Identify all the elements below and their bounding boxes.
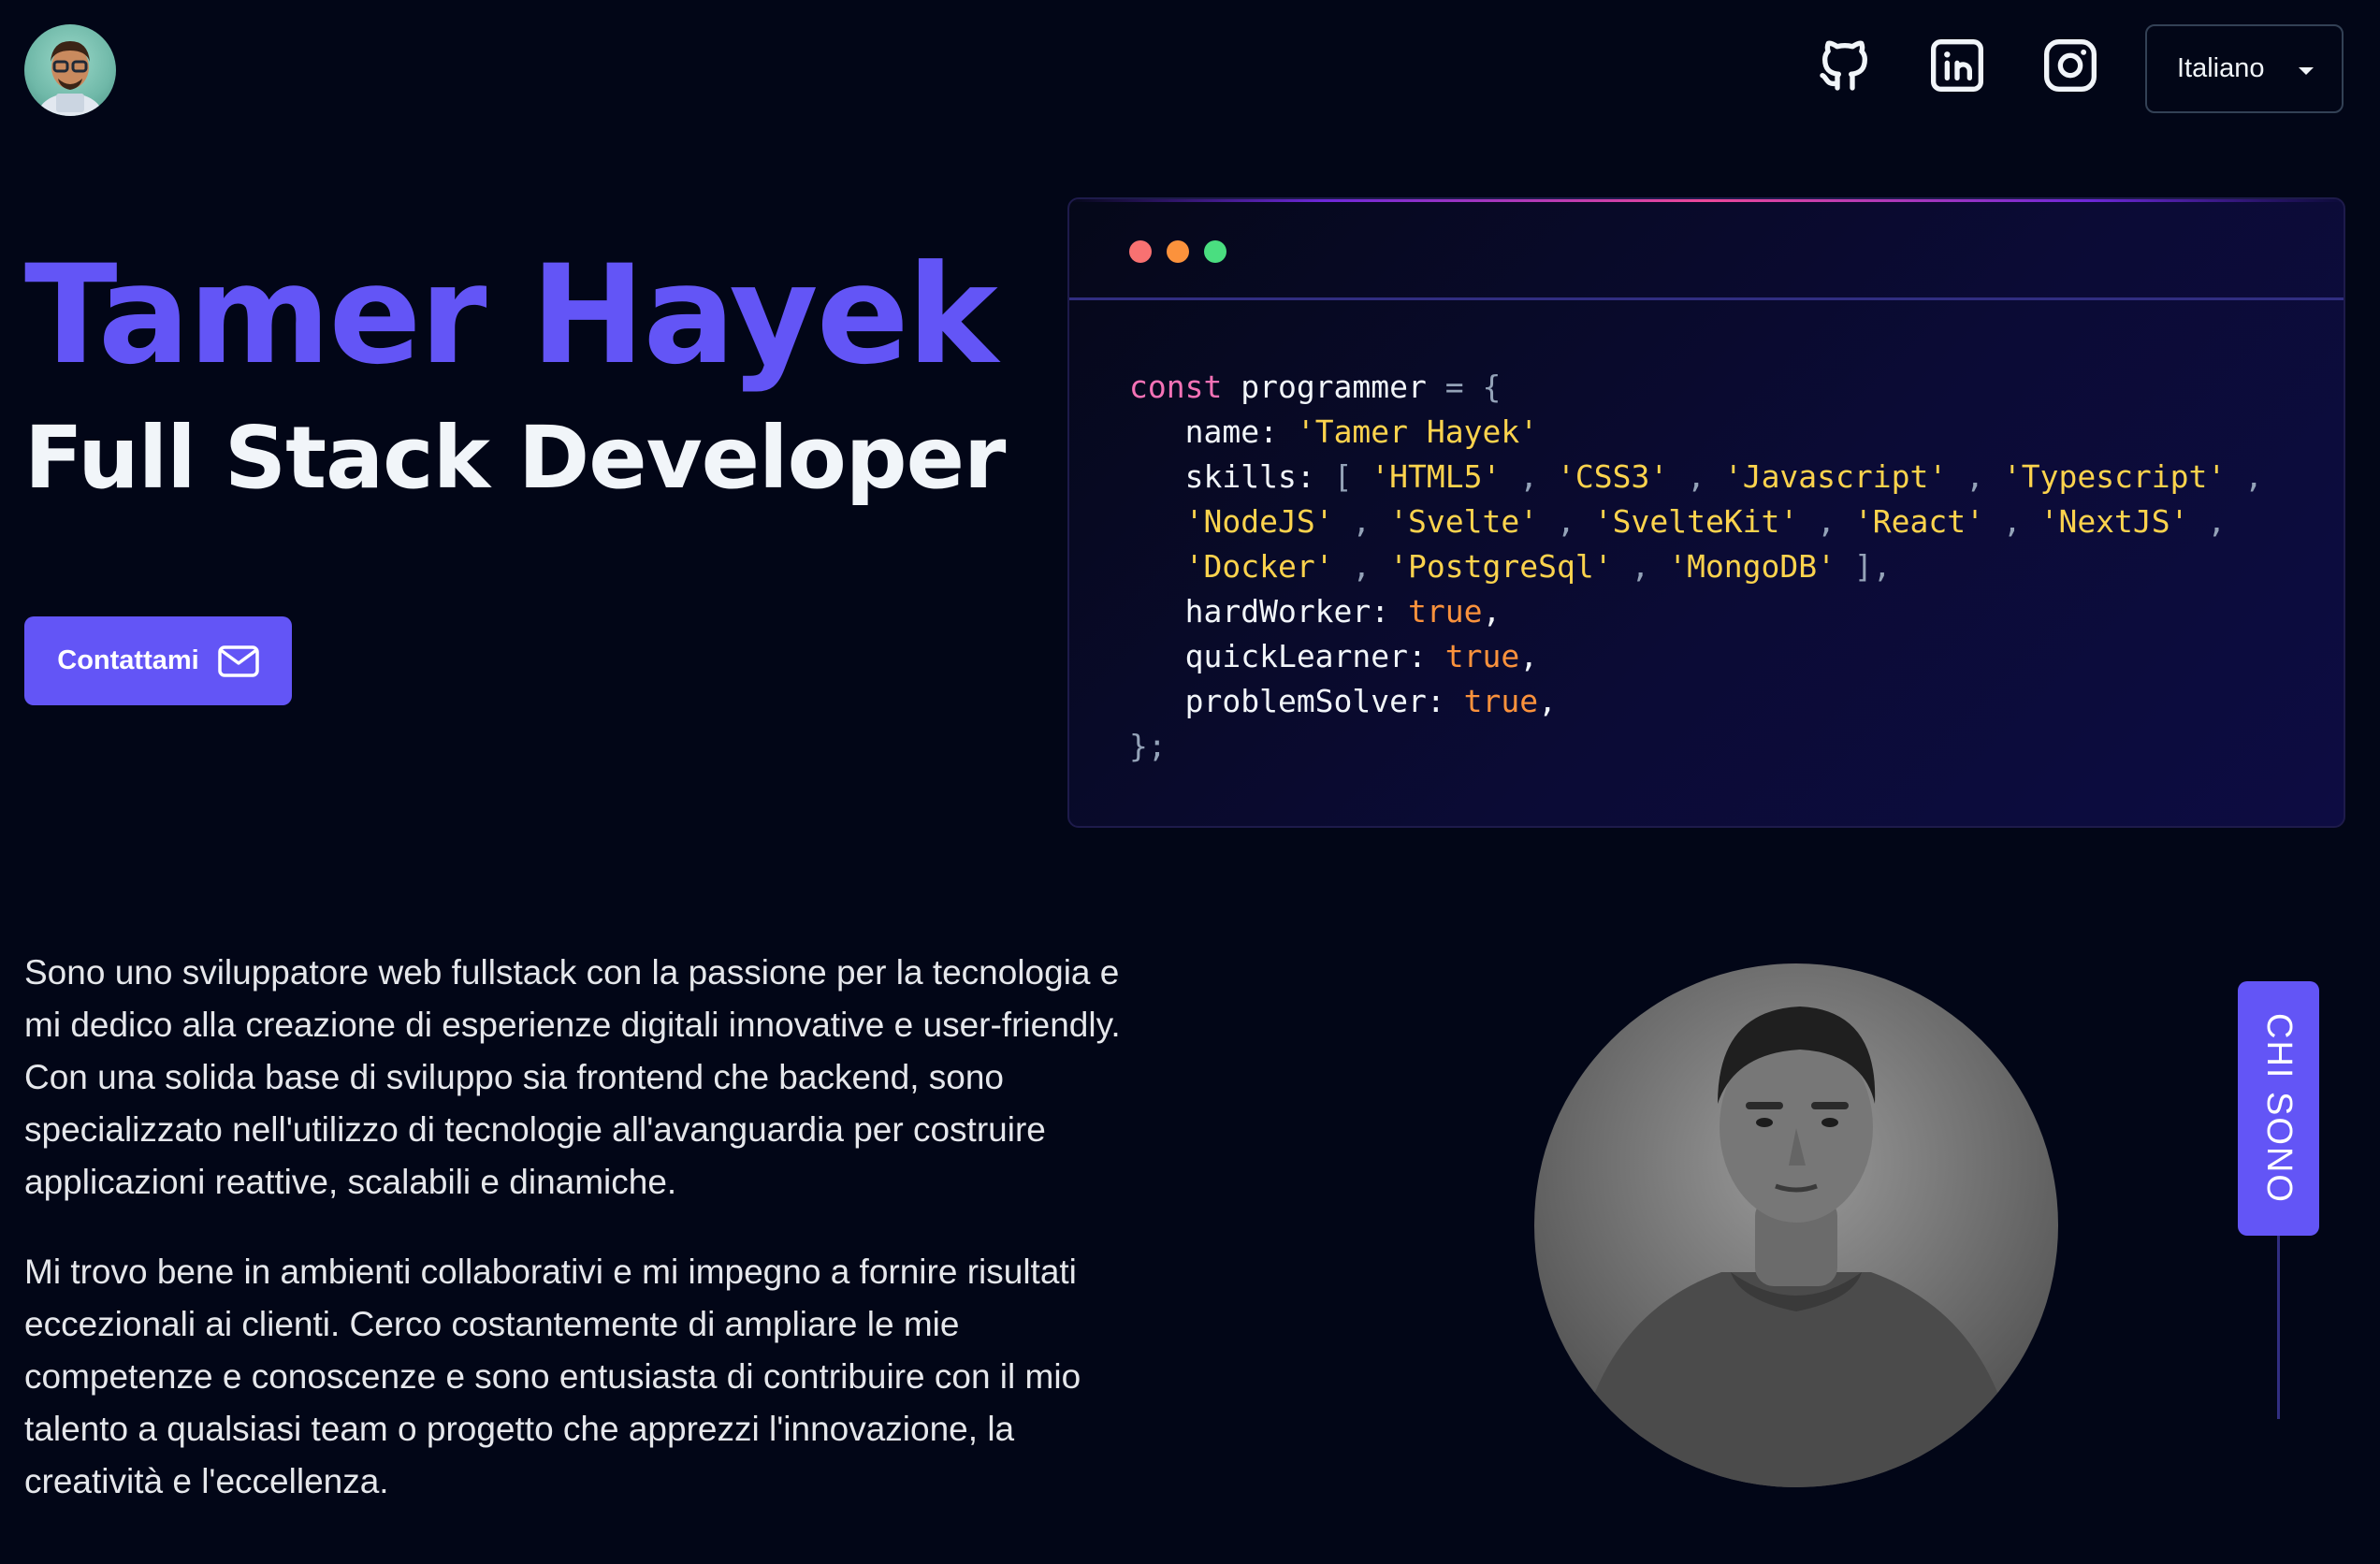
code-line: name: 'Tamer Hayek' — [1184, 413, 1539, 450]
window-dot-red — [1129, 240, 1152, 263]
about-text: Sono uno sviluppatore web fullstack con … — [24, 947, 1138, 1508]
github-icon[interactable] — [1811, 32, 1879, 99]
caret-down-icon — [2299, 67, 2314, 75]
portfolio-page: Italiano Tamer Hayek Full Stack Develope… — [0, 0, 2380, 1564]
hero-role: Full Stack Developer — [24, 408, 1006, 508]
contact-button[interactable]: Contattami — [24, 616, 292, 705]
code-window-titlebar — [1069, 199, 2344, 300]
window-dot-green — [1204, 240, 1226, 263]
contact-button-label: Contattami — [57, 645, 199, 675]
code-line: }; — [1129, 728, 1167, 764]
side-tab-line — [2277, 1236, 2280, 1419]
code-line: skills: [ 'HTML5' , 'CSS3' , 'Javascript… — [1184, 458, 2264, 495]
code-line: quickLearner: true, — [1184, 638, 1539, 674]
portrait-photo — [1534, 963, 2058, 1487]
code-line: problemSolver: true, — [1184, 683, 1557, 719]
about-paragraph: Mi trovo bene in ambienti collaborativi … — [24, 1253, 1081, 1500]
code-line: hardWorker: true, — [1184, 593, 1502, 630]
language-select[interactable]: Italiano — [2145, 24, 2344, 113]
about-paragraph: Sono uno sviluppatore web fullstack con … — [24, 953, 1121, 1201]
instagram-icon[interactable] — [2037, 32, 2104, 99]
chi-sono-label: CHI SONO — [2259, 1013, 2299, 1204]
code-line: const programmer = { — [1129, 369, 1502, 405]
chi-sono-tab[interactable]: CHI SONO — [2238, 981, 2319, 1236]
linkedin-icon[interactable] — [1923, 32, 1991, 99]
language-select-value: Italiano — [2177, 53, 2265, 83]
code-line: 'NodeJS' , 'Svelte' , 'SvelteKit' , 'Rea… — [1184, 503, 2227, 540]
code-block: const programmer = { name: 'Tamer Hayek'… — [1129, 365, 2263, 769]
window-dot-orange — [1167, 240, 1189, 263]
hero-name: Tamer Hayek — [24, 236, 998, 395]
code-window-accent-line — [1069, 199, 2344, 202]
memoji-avatar-icon[interactable] — [24, 24, 116, 116]
code-window: const programmer = { name: 'Tamer Hayek'… — [1067, 197, 2345, 828]
mail-icon — [217, 644, 259, 677]
code-line: 'Docker' , 'PostgreSql' , 'MongoDB' ], — [1184, 548, 1892, 585]
